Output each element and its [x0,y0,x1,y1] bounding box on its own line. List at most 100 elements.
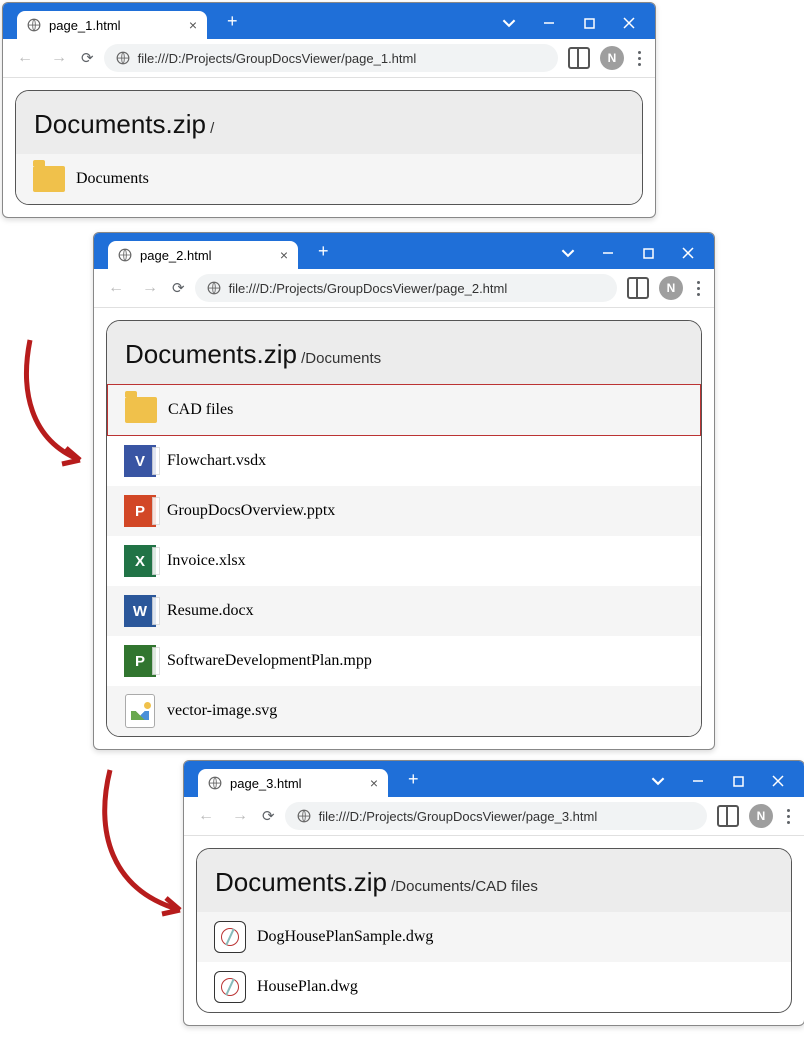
file-row[interactable]: XInvoice.xlsx [107,536,701,586]
window-close-icon[interactable] [758,765,798,797]
menu-icon[interactable] [634,47,645,70]
reload-icon[interactable]: ⟳ [172,279,185,297]
file-list: Documents [16,154,642,204]
menu-icon[interactable] [693,277,704,300]
new-tab-button[interactable]: + [308,241,339,262]
archive-card: Documents.zip /Documents CAD files V Flow… [106,320,702,737]
panels-icon[interactable] [717,805,739,827]
address-bar[interactable]: file:///D:/Projects/GroupDocsViewer/page… [104,44,558,72]
archive-header: Documents.zip /Documents [107,321,701,384]
file-name: Invoice.xlsx [167,552,246,570]
profile-avatar[interactable]: N [659,276,683,300]
titlebar: page_3.html × + [184,761,804,797]
url-text: file:///D:/Projects/GroupDocsViewer/page… [229,281,508,296]
nav-back-icon[interactable]: ← [104,275,128,301]
folder-icon [125,397,157,423]
file-row[interactable]: PSoftwareDevelopmentPlan.mpp [107,636,701,686]
tab-title: page_3.html [230,776,302,791]
nav-forward-icon[interactable]: → [47,45,71,71]
profile-avatar[interactable]: N [600,46,624,70]
cad-file-icon [214,971,246,1003]
archive-header: Documents.zip / [16,91,642,154]
file-row[interactable]: vector-image.svg [107,686,701,736]
archive-path: /Documents/CAD files [391,878,538,895]
page-content: Documents.zip / Documents [3,78,655,217]
page-content: Documents.zip /Documents/CAD files DogHo… [184,836,804,1025]
window-controls [548,237,714,269]
panels-icon[interactable] [568,47,590,69]
archive-path: / [210,120,214,137]
globe-icon [208,776,222,790]
nav-back-icon[interactable]: ← [13,45,37,71]
window-dropdown-icon[interactable] [548,237,588,269]
toolbar: ← → ⟳ file:///D:/Projects/GroupDocsViewe… [3,39,655,78]
archive-name: Documents.zip [215,867,387,897]
window-minimize-icon[interactable] [588,237,628,269]
file-name: vector-image.svg [167,702,277,720]
file-row[interactable]: WResume.docx [107,586,701,636]
file-list: CAD files V Flowchart.vsdx PGroupDocsOver… [107,384,701,736]
image-file-icon [125,694,155,728]
file-row[interactable]: V Flowchart.vsdx [107,436,701,486]
browser-tab[interactable]: page_1.html × [17,11,207,39]
window-dropdown-icon[interactable] [489,7,529,39]
window-maximize-icon[interactable] [718,765,758,797]
address-bar[interactable]: file:///D:/Projects/GroupDocsViewer/page… [285,802,707,830]
archive-header: Documents.zip /Documents/CAD files [197,849,791,912]
file-name: Flowchart.vsdx [167,452,266,470]
toolbar: ← → ⟳ file:///D:/Projects/GroupDocsViewe… [94,269,714,308]
globe-icon [116,51,130,65]
file-name: HousePlan.dwg [257,978,358,996]
window-close-icon[interactable] [609,7,649,39]
window-close-icon[interactable] [668,237,708,269]
tab-close-icon[interactable]: × [280,247,288,263]
visio-icon: V [124,445,156,477]
reload-icon[interactable]: ⟳ [262,807,275,825]
file-row[interactable]: CAD files [107,384,701,436]
browser-window-1: page_1.html × + ← → ⟳ file:///D:/Project… [2,2,656,218]
window-controls [638,765,804,797]
file-row[interactable]: DogHousePlanSample.dwg [197,912,791,962]
address-bar[interactable]: file:///D:/Projects/GroupDocsViewer/page… [195,274,617,302]
new-tab-button[interactable]: + [217,11,248,32]
panels-icon[interactable] [627,277,649,299]
reload-icon[interactable]: ⟳ [81,49,94,67]
window-dropdown-icon[interactable] [638,765,678,797]
browser-tab[interactable]: page_3.html × [198,769,388,797]
nav-forward-icon[interactable]: → [228,803,252,829]
globe-icon [27,18,41,32]
url-text: file:///D:/Projects/GroupDocsViewer/page… [138,51,417,66]
archive-name: Documents.zip [125,339,297,369]
file-name: Resume.docx [167,602,254,620]
browser-window-3: page_3.html × + ← → ⟳ file:///D:/Project… [183,760,804,1026]
globe-icon [118,248,132,262]
tab-title: page_1.html [49,18,121,33]
browser-tab[interactable]: page_2.html × [108,241,298,269]
archive-path: /Documents [301,350,381,367]
file-row[interactable]: HousePlan.dwg [197,962,791,1012]
nav-forward-icon[interactable]: → [138,275,162,301]
tab-close-icon[interactable]: × [189,17,197,33]
file-name: SoftwareDevelopmentPlan.mpp [167,652,372,670]
window-maximize-icon[interactable] [569,7,609,39]
folder-icon [33,166,65,192]
file-name: DogHousePlanSample.dwg [257,928,433,946]
profile-avatar[interactable]: N [749,804,773,828]
window-minimize-icon[interactable] [678,765,718,797]
tab-close-icon[interactable]: × [370,775,378,791]
archive-name: Documents.zip [34,109,206,139]
file-name: Documents [76,170,149,188]
window-minimize-icon[interactable] [529,7,569,39]
archive-card: Documents.zip /Documents/CAD files DogHo… [196,848,792,1013]
nav-back-icon[interactable]: ← [194,803,218,829]
file-row[interactable]: PGroupDocsOverview.pptx [107,486,701,536]
window-maximize-icon[interactable] [628,237,668,269]
file-list: DogHousePlanSample.dwg HousePlan.dwg [197,912,791,1012]
file-row[interactable]: Documents [16,154,642,204]
browser-window-2: page_2.html × + ← → ⟳ file:///D:/Project… [93,232,715,750]
menu-icon[interactable] [783,805,794,828]
window-controls [489,7,655,39]
globe-icon [207,281,221,295]
new-tab-button[interactable]: + [398,769,429,790]
powerpoint-icon: P [124,495,156,527]
